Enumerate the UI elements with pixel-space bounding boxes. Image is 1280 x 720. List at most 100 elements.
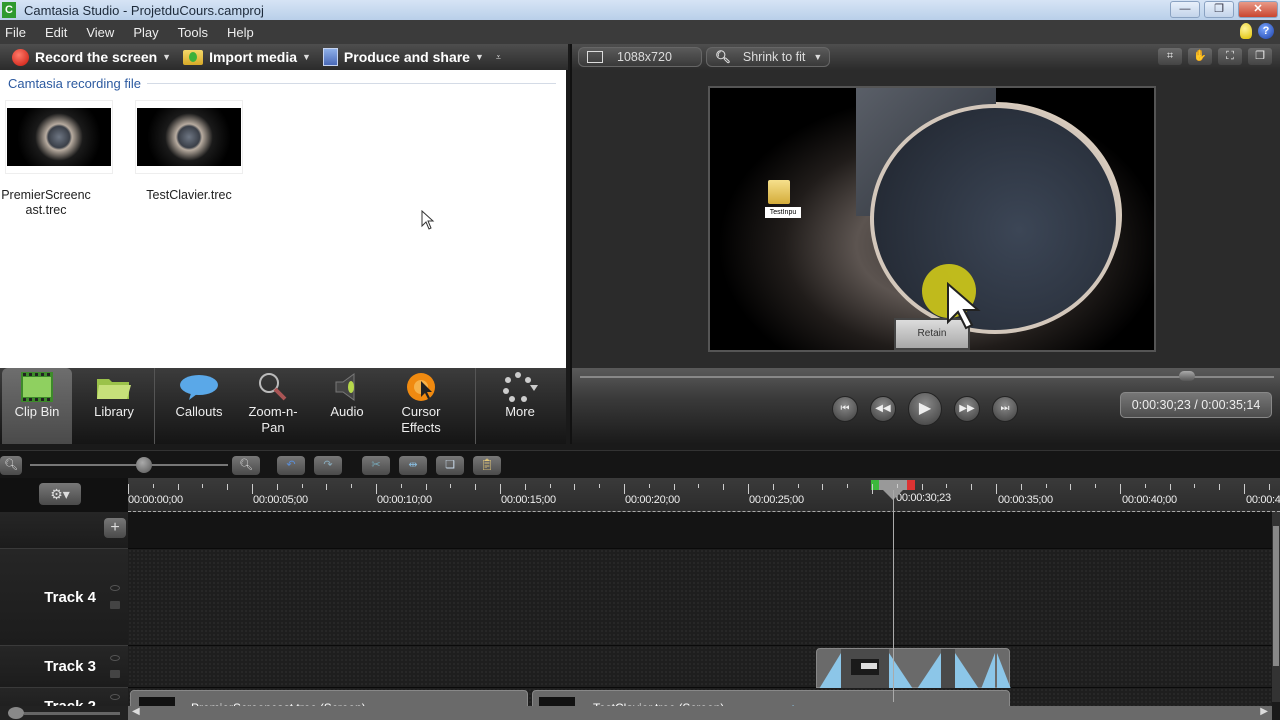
- timeline-ruler-area: ⚙▾ 00:00:00;00 00:00:05;00 00:00:10;00 0…: [0, 478, 1280, 512]
- produce-icon: [322, 48, 338, 66]
- tab-label: Callouts: [175, 404, 223, 419]
- title-bar: C Camtasia Studio - ProjetduCours.campro…: [0, 0, 1280, 20]
- timecode-display: 0:00:30;23 / 0:00:35;14: [1120, 392, 1272, 418]
- skip-to-end-button[interactable]: ⏭: [992, 396, 1018, 422]
- help-icon[interactable]: ?: [1258, 23, 1274, 39]
- tab-more[interactable]: More: [476, 368, 564, 444]
- ruler-tick: [1194, 484, 1196, 488]
- track-4-body[interactable]: [128, 549, 1272, 646]
- minimize-button[interactable]: —: [1170, 1, 1200, 18]
- playhead-line[interactable]: [893, 490, 894, 702]
- clip-name: TestClavier.trec: [146, 188, 232, 202]
- tab-cursor-effects[interactable]: Cursor Effects: [391, 368, 451, 444]
- menu-help[interactable]: Help: [227, 25, 254, 40]
- ruler-tick: [400, 484, 402, 488]
- split-icon[interactable]: ⇹: [399, 456, 427, 475]
- fit-screen-icon[interactable]: ⛶: [1218, 48, 1242, 65]
- menu-play[interactable]: Play: [133, 25, 158, 40]
- playhead-handle[interactable]: [871, 480, 915, 500]
- play-button[interactable]: ▶: [908, 392, 942, 426]
- zoom-mode-dropdown[interactable]: 🔍︎ Shrink to fit ▼: [706, 47, 830, 67]
- clip-name: PremierScreencast.trec: [1, 188, 91, 217]
- timeline-toolbar: 🔍︎ 🔍︎ ↶ ↷ ✂ ⇹ ❏ 📋︎: [0, 450, 1280, 478]
- track-height-slider[interactable]: [0, 706, 128, 720]
- callout-clip[interactable]: [816, 648, 1011, 689]
- divider: [146, 83, 556, 84]
- more-dots-icon: [503, 372, 538, 402]
- tab-callouts[interactable]: Callouts: [155, 368, 243, 444]
- produce-share-button[interactable]: Produce and share ▼: [322, 48, 484, 66]
- lock-icon[interactable]: [110, 670, 120, 678]
- track-3-body[interactable]: [128, 646, 1272, 689]
- zoom-out-icon[interactable]: 🔍︎: [0, 456, 22, 475]
- visibility-eye-icon[interactable]: [110, 694, 120, 700]
- ruler-tick: [301, 484, 303, 488]
- ruler-tick: [475, 484, 477, 490]
- playback-scrubber[interactable]: [580, 371, 1274, 381]
- undo-icon[interactable]: ↶: [277, 456, 305, 475]
- slider-knob[interactable]: [8, 707, 24, 719]
- magnifier-icon: [259, 373, 287, 401]
- ruler-label: 00:00:35;00: [998, 494, 1053, 506]
- redo-icon[interactable]: ↷: [314, 456, 342, 475]
- video-canvas[interactable]: TestInpu Retain: [708, 86, 1156, 352]
- close-button[interactable]: ✕: [1238, 1, 1278, 18]
- tab-zoom-n-pan[interactable]: Zoom-n-Pan: [243, 368, 303, 444]
- ruler-tick: [1020, 484, 1022, 490]
- copy-icon[interactable]: ❏: [436, 456, 464, 475]
- zoom-slider-knob[interactable]: [136, 457, 152, 473]
- track-name: Track 3: [44, 658, 96, 675]
- visibility-eye-icon[interactable]: [110, 655, 120, 661]
- ruler-tick: [1095, 484, 1097, 488]
- canvas-dimensions-button[interactable]: 1088x720: [578, 47, 702, 67]
- add-track-button[interactable]: +: [104, 518, 126, 538]
- timeline-zoom-slider[interactable]: [30, 457, 228, 473]
- fast-forward-button[interactable]: ▶▶: [954, 396, 980, 422]
- mouse-cursor-icon: [947, 282, 981, 330]
- scrubber-knob[interactable]: [1178, 371, 1195, 381]
- visibility-eye-icon[interactable]: [110, 585, 120, 591]
- menu-tools[interactable]: Tools: [178, 25, 208, 40]
- mouse-cursor-icon: [421, 210, 435, 230]
- ruler-tick: [599, 484, 601, 488]
- menu-view[interactable]: View: [86, 25, 114, 40]
- clip-item[interactable]: PremierScreencast.trec: [1, 100, 114, 218]
- main-toolbar: Record the screen ▼ Import media ▼ Produ…: [0, 44, 568, 70]
- paste-icon[interactable]: 📋︎: [473, 456, 501, 475]
- scroll-left-icon[interactable]: ◀: [132, 706, 140, 717]
- horizontal-scrollbar[interactable]: ◀ ▶: [128, 706, 1272, 720]
- timeline-ruler[interactable]: 00:00:00;00 00:00:05;00 00:00:10;00 00:0…: [128, 478, 1280, 512]
- record-screen-button[interactable]: Record the screen ▼: [12, 48, 171, 66]
- chevron-down-icon: ▼: [474, 52, 484, 62]
- detach-preview-icon[interactable]: ❐: [1248, 48, 1272, 65]
- tab-library[interactable]: Library: [74, 368, 154, 444]
- record-label: Record the screen: [35, 49, 158, 65]
- chevron-down-icon: ▼: [302, 52, 311, 62]
- ruler-tick: [1268, 484, 1270, 490]
- crop-icon[interactable]: ⌗: [1158, 48, 1182, 65]
- lock-icon[interactable]: [110, 601, 120, 609]
- zoom-in-icon[interactable]: 🔍︎: [232, 456, 260, 475]
- tab-audio[interactable]: Audio: [303, 368, 391, 444]
- skip-to-start-button[interactable]: ⏮: [832, 396, 858, 422]
- tab-clip-bin[interactable]: Clip Bin: [2, 368, 72, 444]
- pan-hand-icon[interactable]: ✋: [1188, 48, 1212, 65]
- menu-file[interactable]: File: [5, 25, 26, 40]
- vertical-scrollbar[interactable]: [1272, 512, 1280, 702]
- ruler-tick: [376, 484, 377, 494]
- ruler-tick: [450, 484, 452, 488]
- import-media-button[interactable]: Import media ▼: [183, 49, 311, 65]
- menu-edit[interactable]: Edit: [45, 25, 67, 40]
- tips-lightbulb-icon[interactable]: [1240, 23, 1252, 39]
- restore-button[interactable]: ❐: [1204, 1, 1234, 18]
- ruler-tick: [177, 484, 179, 490]
- clip-item[interactable]: TestClavier.trec: [134, 100, 244, 203]
- scrollbar-thumb[interactable]: [1273, 526, 1279, 666]
- cut-icon[interactable]: ✂: [362, 456, 390, 475]
- tab-label: Library: [94, 404, 134, 419]
- scroll-right-icon[interactable]: ▶: [1260, 706, 1268, 717]
- toolbar-overflow-icon[interactable]: ⩡: [496, 52, 501, 63]
- track-settings-gear-icon[interactable]: ⚙▾: [39, 483, 81, 505]
- ruler-tick: [1070, 484, 1072, 490]
- rewind-button[interactable]: ◀◀: [870, 396, 896, 422]
